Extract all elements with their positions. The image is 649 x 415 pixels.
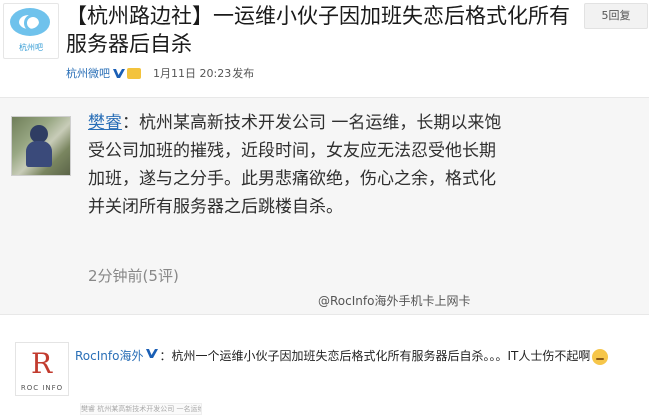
avatar-label: 杭州吧 [19,43,43,52]
user-photo[interactable] [11,116,71,176]
post-footer[interactable]: 2分钟前(5评) [88,265,179,286]
watermark-text: @RocInfo海外手机卡上网卡 [318,294,471,308]
author-link[interactable]: 杭州微吧 [66,65,110,81]
vip-crown-icon [127,67,141,79]
post-body: 樊睿：杭州某高新技术开发公司 一名运维，长期以来饱受公司加班的摧残，近段时间，女… [88,109,508,221]
verified-icon [145,347,159,360]
photo-figure-body [26,141,52,167]
comment-thumbnail[interactable]: 樊睿 杭州某高新技术开发公司 一名运维 [80,403,202,415]
rocinfo-logo-text: ROC INFO [20,384,64,392]
post-username[interactable]: 樊睿 [88,113,122,133]
post-meta: 杭州微吧 1月11日 20:23 发布 [66,65,254,81]
post-time: 1月11日 20:23 [153,67,232,80]
verified-icon [112,67,126,80]
comment-item: RocInfo海外 ：杭州一个运维小伙子因加班失恋后格式化所有服务器后自杀。。。I… [75,344,645,368]
comment-username[interactable]: RocInfo海外 [75,349,143,363]
rocinfo-logo-mark: R [31,347,53,380]
comment-text: ：杭州一个运维小伙子因加班失恋后格式化所有服务器后自杀。。。IT人士伤不起啊 [159,349,591,363]
reply-count-button[interactable]: 5回复 [584,3,648,29]
search-ring-icon [24,14,42,32]
post-content: ：杭州某高新技术开发公司 一名运维，长期以来饱受公司加班的摧残，近段时间，女友应… [88,113,502,217]
sad-emoji-icon [592,348,609,365]
publish-label: 发布 [232,67,255,80]
rocinfo-avatar[interactable]: R ROC INFO [15,342,69,396]
post-title[interactable]: 【杭州路边社】一运维小伙子因加班失恋后格式化所有服务器后自杀 [66,2,586,58]
weiba-avatar[interactable]: 杭州吧 [3,3,59,59]
